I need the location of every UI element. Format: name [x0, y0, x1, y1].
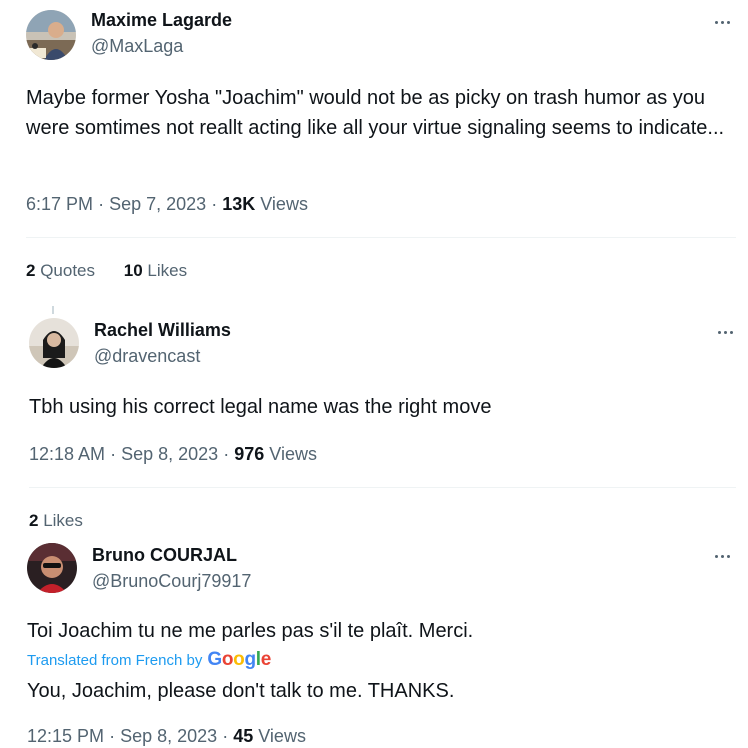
likes-count: 2 — [29, 511, 39, 530]
separator-dot: · — [222, 726, 229, 746]
likes-count: 10 — [123, 261, 143, 280]
tweet-date[interactable]: Sep 8, 2023 — [121, 444, 218, 464]
divider — [29, 487, 736, 488]
translated-label: Translated from French by — [27, 651, 203, 669]
translated-notice[interactable]: Translated from French by Google — [27, 649, 271, 671]
user-handle[interactable]: @dravencast — [94, 346, 200, 367]
tweet-text: Tbh using his correct legal name was the… — [29, 396, 492, 418]
tweet-text: Maybe former Yosha "Joachim" would not b… — [26, 87, 725, 139]
tweet-rachel: Rachel Williams @dravencast Tbh using hi… — [0, 300, 748, 538]
tweet-date[interactable]: Sep 8, 2023 — [120, 726, 217, 746]
tweet-translation: You, Joachim, please don't talk to me. T… — [27, 680, 455, 702]
views-label: Views — [258, 726, 306, 746]
likes-label: Likes — [43, 511, 83, 530]
display-name[interactable]: Maxime Lagarde — [91, 10, 232, 31]
quotes-count: 2 — [26, 261, 36, 280]
more-horizontal-icon[interactable] — [710, 10, 734, 34]
likes-link[interactable]: 10 Likes — [124, 261, 187, 280]
user-handle[interactable]: @BrunoCourj79917 — [92, 571, 251, 592]
more-horizontal-icon[interactable] — [710, 544, 734, 568]
quotes-label: Quotes — [40, 261, 96, 280]
display-name[interactable]: Bruno COURJAL — [92, 545, 237, 566]
tweet-meta: 12:18 AM · Sep 8, 2023 · 976 Views — [29, 444, 317, 465]
separator-dot: · — [211, 194, 218, 214]
tweet-time[interactable]: 12:18 AM — [29, 444, 105, 464]
user-handle[interactable]: @MaxLaga — [91, 36, 183, 57]
display-name[interactable]: Rachel Williams — [94, 320, 231, 341]
tweet-date[interactable]: Sep 7, 2023 — [109, 194, 206, 214]
tweet-time[interactable]: 6:17 PM — [26, 194, 93, 214]
separator-dot: · — [109, 726, 116, 746]
likes-label: Likes — [147, 261, 188, 280]
avatar[interactable] — [26, 10, 76, 60]
more-horizontal-icon[interactable] — [713, 320, 737, 344]
tweet-text: Toi Joachim tu ne me parles pas s'il te … — [27, 620, 474, 642]
views-count: 45 — [233, 726, 254, 746]
separator-dot: · — [223, 444, 230, 464]
tweet-maxime: Maxime Lagarde @MaxLaga Maybe former Yos… — [0, 0, 748, 300]
quotes-link[interactable]: 2 Quotes — [26, 261, 95, 280]
tweet-time[interactable]: 12:15 PM — [27, 726, 104, 746]
avatar[interactable] — [27, 543, 77, 593]
views-label: Views — [269, 444, 317, 464]
separator-dot: · — [98, 194, 105, 214]
separator-dot: · — [110, 444, 117, 464]
tweet-bruno: Bruno COURJAL @BrunoCourj79917 Toi Joach… — [0, 538, 748, 748]
google-logo: Google — [207, 649, 272, 670]
views-label: Views — [260, 194, 308, 214]
tweet-meta: 12:15 PM · Sep 8, 2023 · 45 Views — [27, 726, 306, 747]
engagement-stats: 2 Quotes 10 Likes — [26, 261, 211, 281]
engagement-stats: 2 Likes — [29, 511, 107, 531]
divider — [26, 237, 736, 238]
likes-link[interactable]: 2 Likes — [29, 511, 83, 530]
views-count: 13K — [222, 194, 256, 214]
avatar[interactable] — [29, 318, 79, 368]
tweet-meta: 6:17 PM · Sep 7, 2023 · 13K Views — [26, 194, 308, 215]
views-count: 976 — [234, 444, 265, 464]
